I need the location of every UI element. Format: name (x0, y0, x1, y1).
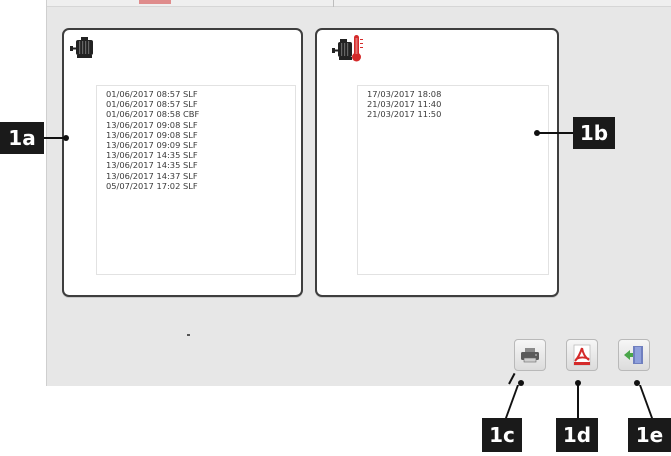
exit-icon (624, 346, 643, 364)
list-item[interactable]: 13/06/2017 14:37 SLF (97, 171, 295, 181)
pdf-icon (573, 344, 591, 366)
stray-mark (187, 334, 190, 336)
callout-line-1e (638, 385, 654, 418)
callout-dot-1b (534, 130, 540, 136)
printer-icon (521, 348, 539, 363)
list-item[interactable]: 01/06/2017 08:57 SLF (97, 99, 295, 109)
exit-button[interactable] (618, 339, 650, 371)
callout-1d: 1d (556, 418, 598, 452)
export-pdf-button[interactable] (566, 339, 598, 371)
temperature-log-panel: 17/03/2017 18:08 21/03/2017 11:40 21/03/… (315, 28, 559, 297)
temperature-log-list[interactable]: 17/03/2017 18:08 21/03/2017 11:40 21/03/… (357, 85, 549, 275)
callout-dot-1c (518, 380, 524, 386)
list-item[interactable]: 13/06/2017 14:35 SLF (97, 150, 295, 160)
list-item[interactable]: 13/06/2017 14:35 SLF (97, 160, 295, 170)
app-screen: 01/06/2017 08:57 SLF 01/06/2017 08:57 SL… (46, 0, 671, 386)
top-accent (139, 0, 171, 4)
list-item[interactable]: 21/03/2017 11:50 (358, 109, 548, 119)
list-item[interactable]: 17/03/2017 18:08 (358, 89, 548, 99)
callout-1e: 1e (628, 418, 671, 452)
list-item[interactable]: 05/07/2017 17:02 SLF (97, 181, 295, 191)
motor-icon (69, 35, 97, 61)
callout-line-1d (577, 383, 579, 418)
top-divider (333, 0, 334, 7)
callout-line-1c-leg (504, 385, 520, 418)
list-item[interactable]: 01/06/2017 08:57 SLF (97, 89, 295, 99)
motor-thermometer-icon (331, 32, 367, 64)
event-log-panel: 01/06/2017 08:57 SLF 01/06/2017 08:57 SL… (62, 28, 303, 297)
callout-line-1b (538, 132, 574, 134)
callout-1a: 1a (0, 122, 44, 154)
top-bar (47, 0, 671, 7)
callout-dot-1d (575, 380, 581, 386)
callout-dot-1e (634, 380, 640, 386)
print-button[interactable] (514, 339, 546, 371)
callout-dot-1a (63, 135, 69, 141)
list-item[interactable]: 21/03/2017 11:40 (358, 99, 548, 109)
list-item[interactable]: 13/06/2017 09:08 SLF (97, 120, 295, 130)
list-item[interactable]: 01/06/2017 08:58 CBF (97, 109, 295, 119)
callout-1b: 1b (573, 117, 615, 149)
list-item[interactable]: 13/06/2017 09:08 SLF (97, 130, 295, 140)
callout-1c: 1c (482, 418, 522, 452)
event-log-list[interactable]: 01/06/2017 08:57 SLF 01/06/2017 08:57 SL… (96, 85, 296, 275)
list-item[interactable]: 13/06/2017 09:09 SLF (97, 140, 295, 150)
